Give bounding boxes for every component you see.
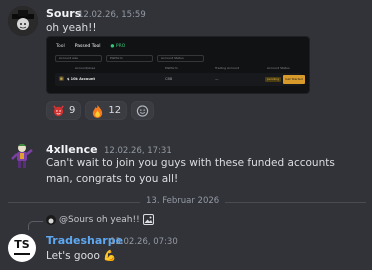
reaction-fire[interactable]: 12 — [85, 101, 128, 120]
embed-cell: — — [215, 77, 219, 81]
reaction-count: 12 — [108, 105, 122, 116]
embed-filters: Account size Platform Account Status — [55, 55, 204, 62]
reply-connector — [28, 221, 43, 230]
embed-col: Trading Account — [215, 66, 240, 70]
reply-preview[interactable]: @Sours oh yeah!! — [46, 214, 154, 225]
message-text: Can't wait to join you guys with these f… — [46, 157, 335, 185]
reply-text: oh yeah!! — [96, 214, 140, 225]
date-divider-label: 13. Februar 2026 — [140, 196, 226, 206]
message-timestamp: 12.02.26, 15:59 — [78, 10, 146, 20]
account-icon: ▣ — [59, 76, 64, 82]
embed-col: Account Status — [267, 66, 290, 70]
embed-cell: CBB — [165, 77, 173, 81]
embed-tab-pro: ● PRO — [110, 44, 126, 49]
avatar-underline — [14, 253, 30, 255]
message-text: oh yeah!! — [46, 22, 97, 34]
embed-tab: Tool — [56, 44, 65, 49]
red-devil-icon — [53, 105, 64, 117]
embed-table-row: ▣ $ 10k Account CBB — pending — [55, 73, 301, 86]
embed-filter: Account Status — [157, 55, 204, 62]
joker-avatar-icon — [11, 144, 33, 168]
reaction-devil[interactable]: 9 — [46, 101, 82, 120]
avatar-4xllence[interactable] — [8, 142, 36, 170]
avatar-sours[interactable] — [8, 6, 38, 36]
screenshot-attachment[interactable]: Tool Passed Tool ● PRO Account size Plat… — [46, 36, 310, 94]
message-4xllence: 4xllence 12.02.26, 17:31 Can't wait to j… — [0, 136, 372, 192]
avatar-tradesharpe[interactable]: TS — [8, 234, 36, 262]
embed-filter: Account size — [55, 55, 102, 62]
embed-tabs: Tool Passed Tool ● PRO — [56, 44, 125, 49]
add-reaction-icon — [136, 104, 149, 117]
image-icon — [142, 214, 154, 225]
fire-icon — [93, 104, 103, 118]
add-reaction-button[interactable] — [131, 101, 155, 120]
embed-action-button: Get Started — [283, 75, 305, 84]
reaction-count: 9 — [69, 105, 76, 116]
message-timestamp: 13.02.26, 07:30 — [110, 237, 178, 247]
embed-col: Account/Area — [75, 66, 96, 70]
author-name[interactable]: Sours — [46, 7, 81, 20]
reply-mention: @Sours — [59, 214, 94, 225]
avatar-initials: TS — [14, 238, 30, 251]
embed-filter: Platform — [106, 55, 153, 62]
embed-status: pending — [265, 77, 282, 82]
message-text: Let's gooo 💪 — [46, 250, 117, 262]
sours-avatar-icon — [8, 6, 38, 36]
embed-tab: Passed Tool — [74, 44, 101, 49]
message-sours: Sours 12.02.26, 15:59 oh yeah!! Tool Pas… — [0, 0, 372, 130]
embed-col: Platform — [165, 66, 178, 70]
embed-cell: $ 10k Account — [67, 77, 95, 81]
reactions-bar: 9 12 — [46, 101, 155, 120]
reply-avatar-icon — [46, 214, 56, 225]
